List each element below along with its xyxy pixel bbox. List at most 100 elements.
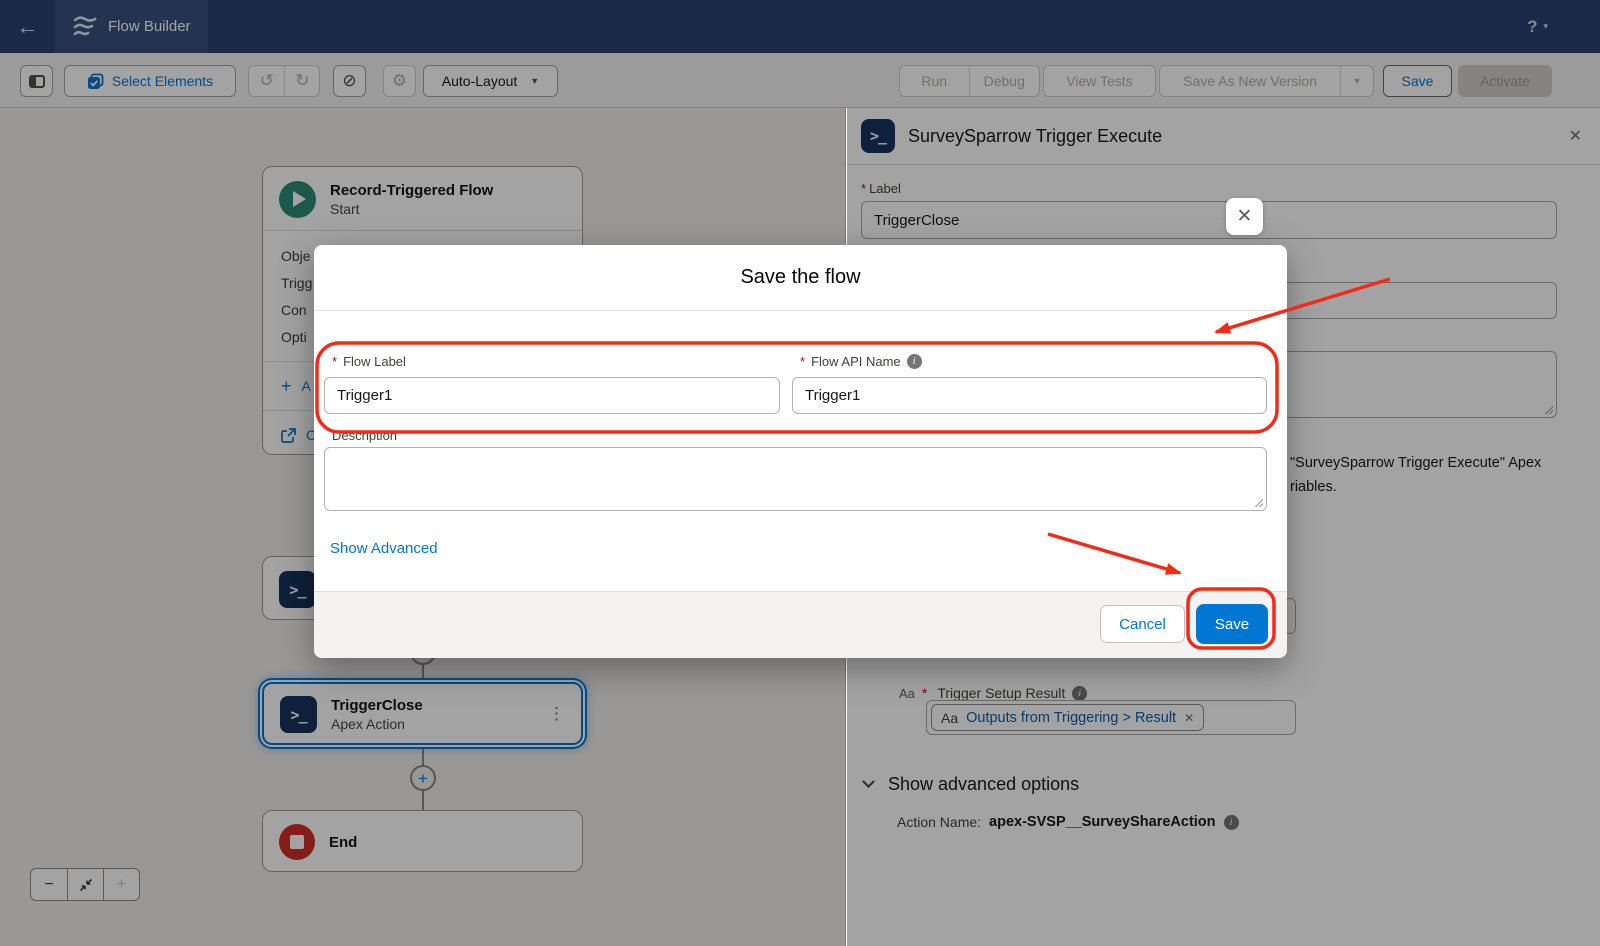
fit-to-view-button[interactable] [67, 869, 103, 900]
save-as-new-version-split-button: Save As New Version ▼ [1159, 65, 1374, 97]
trigger-setup-result-combobox[interactable]: Aa Outputs from Triggering > Result ✕ [926, 700, 1296, 735]
apex-terminal-icon: >_ [279, 571, 316, 608]
prohibit-icon: ⊘ [342, 71, 356, 91]
undo-icon: ↺ [260, 71, 274, 91]
info-icon[interactable]: i [907, 354, 922, 369]
flow-builder-logo-icon [71, 15, 97, 39]
debug-label: Debug [984, 73, 1025, 89]
disable-flow-button[interactable]: ⊘ [333, 65, 366, 97]
info-icon[interactable]: i [1072, 686, 1087, 701]
kebab-icon: ⋮ [548, 704, 565, 723]
chevron-down-icon: ▼ [1353, 76, 1362, 86]
activate-button[interactable]: Activate [1458, 65, 1552, 97]
cancel-button[interactable]: Cancel [1100, 605, 1185, 643]
app-title: Flow Builder [108, 18, 191, 35]
info-icon[interactable]: i [1224, 815, 1239, 830]
plus-icon: + [418, 770, 428, 787]
chevron-down-icon [862, 775, 875, 788]
panel-close-button[interactable]: ✕ [1569, 126, 1582, 146]
settings-button[interactable]: ⚙ [383, 65, 416, 97]
start-node-subtitle: Start [330, 200, 493, 218]
show-advanced-link[interactable]: Show Advanced [330, 540, 438, 557]
run-debug-group: Run Debug [899, 65, 1040, 97]
resource-pill-label: Outputs from Triggering > Result [966, 710, 1176, 726]
modal-header: Save the flow [314, 245, 1287, 311]
trigger-setup-result-label: Aa * Trigger Setup Result i [899, 685, 1087, 701]
end-icon [279, 824, 315, 860]
save-as-new-version-label: Save As New Version [1183, 73, 1317, 89]
flow-toolbar: Select Elements ↺ ↻ ⊘ ⚙ Auto-Layout ▼ Ru… [0, 53, 1600, 108]
redo-icon: ↻ [295, 71, 309, 91]
node-menu-button[interactable]: ⋮ [548, 704, 565, 724]
save-as-new-version-button[interactable]: Save As New Version [1160, 66, 1340, 96]
run-button[interactable]: Run [900, 66, 969, 96]
start-node-title: Record-Triggered Flow [330, 181, 493, 200]
modal-close-button[interactable]: ✕ [1226, 198, 1263, 235]
external-link-icon [281, 428, 296, 443]
close-icon: ✕ [1569, 128, 1582, 145]
help-menu[interactable]: ? ▾ [1527, 0, 1548, 53]
modal-save-button[interactable]: Save [1196, 604, 1268, 644]
text-type-icon: Aa [941, 710, 958, 726]
apex-terminal-icon: >_ [861, 119, 895, 153]
flow-api-name-input[interactable] [792, 377, 1267, 414]
start-node-header: Record-Triggered Flow Start [263, 167, 582, 231]
add-element-button[interactable]: + [410, 765, 436, 791]
undo-button[interactable]: ↺ [249, 66, 284, 96]
toolbar-save-button[interactable]: Save [1383, 65, 1452, 97]
debug-button[interactable]: Debug [969, 66, 1040, 96]
resource-pill[interactable]: Aa Outputs from Triggering > Result ✕ [931, 704, 1204, 731]
flow-label-label: * Flow Label [332, 354, 406, 369]
close-icon: ✕ [1237, 205, 1253, 228]
multi-select-icon [87, 73, 104, 90]
select-elements-button[interactable]: Select Elements [64, 65, 236, 97]
show-advanced-options-label: Show advanced options [888, 774, 1079, 795]
minus-icon: − [44, 876, 53, 894]
back-button[interactable]: ← [0, 0, 55, 53]
show-advanced-options-toggle[interactable]: Show advanced options [864, 774, 1079, 795]
resize-handle[interactable] [1253, 497, 1263, 507]
trigger-close-node[interactable]: >_ TriggerClose Apex Action ⋮ [262, 682, 583, 745]
select-elements-label: Select Elements [112, 73, 213, 89]
apex-terminal-icon: >_ [280, 696, 317, 733]
trigger-node-subtitle: Apex Action [331, 715, 423, 733]
view-tests-label: View Tests [1066, 73, 1132, 89]
zoom-in-button[interactable]: + [103, 869, 139, 900]
activate-label: Activate [1480, 73, 1530, 89]
save-as-new-version-menu-button[interactable]: ▼ [1340, 66, 1373, 96]
remove-pill-icon[interactable]: ✕ [1184, 711, 1194, 725]
view-tests-button[interactable]: View Tests [1043, 65, 1156, 97]
action-name-label: Action Name: [897, 814, 981, 830]
panel-title: SurveySparrow Trigger Execute [908, 126, 1162, 147]
redo-button[interactable]: ↻ [284, 66, 319, 96]
top-navbar: ← Flow Builder ? ▾ [0, 0, 1600, 53]
end-node[interactable]: End [262, 810, 583, 872]
panel-help-text-line2: riables. [1290, 479, 1337, 495]
back-arrow-icon: ← [17, 14, 39, 40]
modal-title: Save the flow [740, 266, 860, 289]
help-icon: ? [1527, 17, 1537, 37]
action-name-value: apex-SVSP__SurveyShareAction [989, 814, 1215, 830]
resize-handle[interactable] [1543, 404, 1553, 414]
flow-label-input[interactable] [324, 377, 780, 414]
chevron-down-icon: ▾ [1543, 21, 1548, 32]
toggle-toolbox-button[interactable] [20, 65, 53, 97]
flow-builder-tab: Flow Builder [55, 0, 208, 53]
layout-dropdown[interactable]: Auto-Layout ▼ [423, 65, 558, 97]
toolbar-save-label: Save [1402, 73, 1434, 89]
label-input[interactable] [861, 201, 1557, 239]
layout-dropdown-value: Auto-Layout [442, 73, 518, 89]
gear-icon: ⚙ [392, 71, 407, 91]
action-name-row: Action Name: apex-SVSP__SurveyShareActio… [897, 814, 1239, 830]
trigger-node-title: TriggerClose [331, 696, 423, 715]
modal-footer: Cancel Save [314, 591, 1287, 658]
chevron-down-icon: ▼ [530, 76, 539, 86]
undo-redo-group: ↺ ↻ [248, 65, 320, 97]
end-node-title: End [329, 833, 357, 852]
save-flow-modal: Save the flow * Flow Label * Flow API Na… [314, 245, 1287, 658]
description-textarea[interactable] [324, 447, 1267, 511]
panel-header: >_ SurveySparrow Trigger Execute ✕ [847, 108, 1600, 165]
run-label: Run [921, 73, 947, 89]
zoom-out-button[interactable]: − [31, 869, 67, 900]
start-play-icon [279, 181, 316, 218]
